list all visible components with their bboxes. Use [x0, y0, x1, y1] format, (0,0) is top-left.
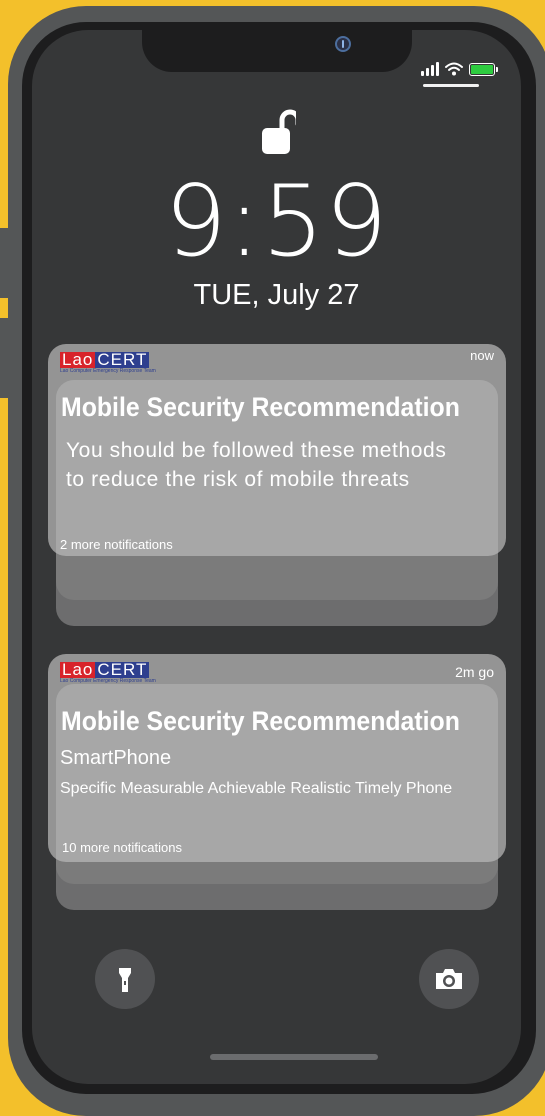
- front-camera-icon: [335, 36, 351, 52]
- notification-timestamp: now: [470, 348, 494, 363]
- volume-button-down: [0, 318, 8, 398]
- flashlight-button[interactable]: [95, 949, 155, 1009]
- laocert-logo: Lao CERT Lao Computer Emergency Response …: [60, 350, 156, 374]
- notification-group-2[interactable]: Lao CERT Lao Computer Emergency Response …: [48, 654, 506, 910]
- notification-title: Mobile Security Recommendation: [61, 392, 460, 422]
- laocert-logo: Lao CERT Lao Computer Emergency Response …: [60, 660, 156, 684]
- notification-subtitle: SmartPhone: [60, 747, 172, 769]
- notification-title: Mobile Security Recommendation: [61, 706, 460, 736]
- battery-icon: [469, 63, 498, 76]
- notification-body-line-1: You should be followed these methods: [66, 439, 447, 462]
- wifi-icon: [445, 62, 463, 76]
- more-notifications-label: 2 more notifications: [60, 537, 173, 552]
- notification-group-1[interactable]: Lao CERT Lao Computer Emergency Response …: [48, 344, 506, 626]
- lock-screen: 9:59 TUE, July 27 Lao CERT Lao Computer E…: [32, 30, 521, 1084]
- notification-body-line-2: to reduce the risk of mobile threats: [66, 468, 410, 491]
- notch: [142, 30, 412, 72]
- status-bar: [421, 58, 498, 76]
- more-notifications-label: 10 more notifications: [62, 840, 182, 855]
- home-indicator[interactable]: [210, 1054, 378, 1060]
- notification-card-1[interactable]: Lao CERT Lao Computer Emergency Response …: [48, 344, 506, 556]
- volume-button-up: [0, 228, 8, 298]
- clock-time: 9:59: [164, 165, 389, 279]
- unlocked-padlock-icon: [262, 109, 296, 154]
- notification-body: Specific Measurable Achievable Realistic…: [60, 780, 453, 797]
- control-center-indicator[interactable]: [423, 84, 479, 87]
- signal-icon: [421, 62, 439, 76]
- camera-button[interactable]: [419, 949, 479, 1009]
- flashlight-icon: [119, 968, 131, 992]
- clock-date: TUE, July 27: [193, 279, 360, 311]
- notification-timestamp: 2m go: [455, 664, 494, 680]
- notification-card-2[interactable]: Lao CERT Lao Computer Emergency Response …: [48, 654, 506, 862]
- camera-icon: [436, 969, 462, 989]
